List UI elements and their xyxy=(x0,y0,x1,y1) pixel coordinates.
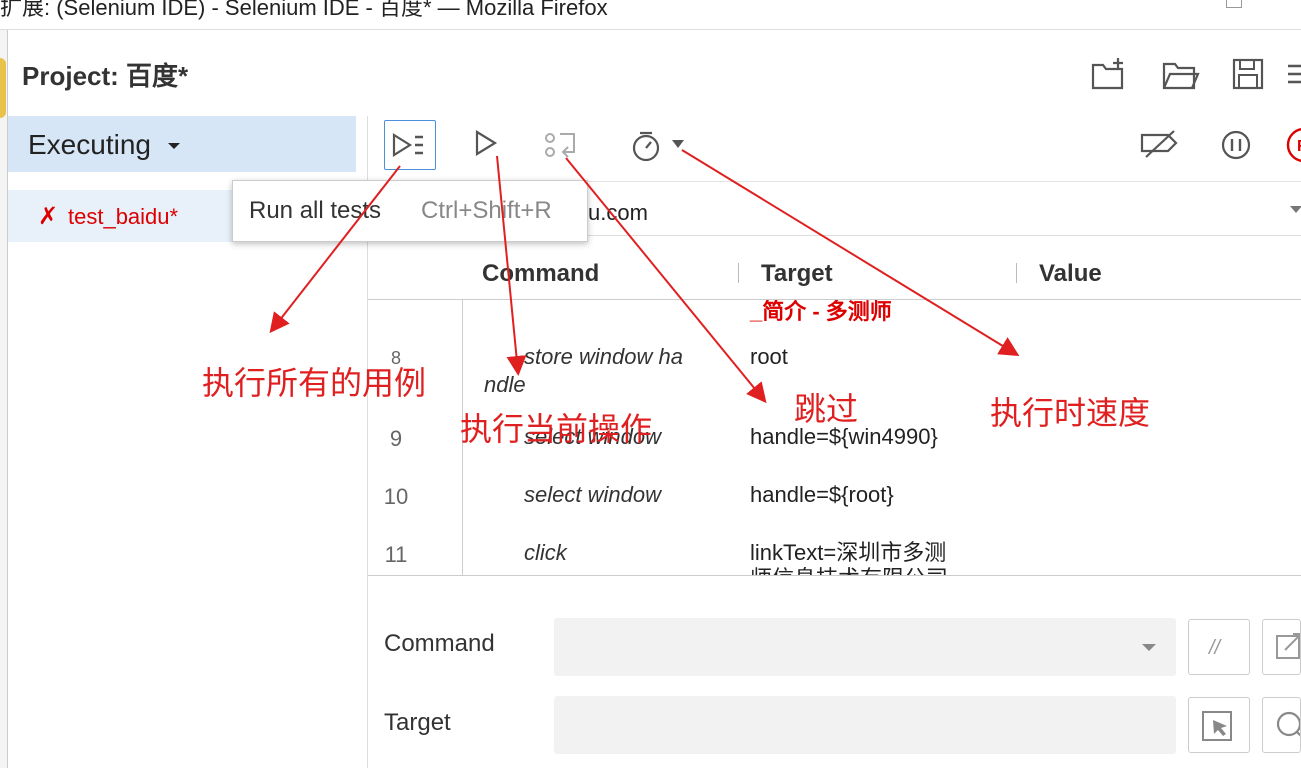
step-over-button[interactable] xyxy=(540,120,586,170)
row-number: 9 xyxy=(389,426,403,451)
row-command: select window xyxy=(524,482,661,507)
row-command: click xyxy=(524,540,567,565)
search-icon xyxy=(1276,711,1300,737)
annotation-label: 执行当前操作 xyxy=(460,411,653,447)
executing-label: Executing xyxy=(28,129,151,160)
annotation-label: 执行时速度 xyxy=(990,395,1151,431)
background-window-edge xyxy=(0,30,8,768)
base-url-value: u.com xyxy=(588,200,648,225)
row-target-wrap: 师信息技术有限公司 xyxy=(750,566,990,575)
row-number: 10 xyxy=(383,484,409,509)
record-button[interactable]: R xyxy=(1284,120,1301,170)
run-all-tests-icon xyxy=(392,133,423,157)
chevron-down-icon xyxy=(168,143,180,149)
column-divider[interactable] xyxy=(1016,263,1017,283)
partial-row-target: _简介 - 多测师 xyxy=(750,300,892,324)
maximize-icon[interactable] xyxy=(1226,0,1242,8)
target-input[interactable] xyxy=(554,696,1176,754)
row-command: store window ha xyxy=(524,344,683,369)
pause-button[interactable] xyxy=(1216,120,1256,170)
execution-toolbar: R xyxy=(368,116,1301,182)
tooltip-label: Run all tests xyxy=(249,197,382,224)
project-header: Project: 百度* xyxy=(8,30,1301,116)
annotation-label: 跳过 xyxy=(794,391,859,427)
command-select[interactable] xyxy=(554,618,1176,676)
new-project-icon[interactable] xyxy=(1088,54,1128,94)
window-titlebar: 扩展: (Selenium IDE) - Selenium IDE - 百度* … xyxy=(0,0,1301,30)
chevron-down-icon[interactable] xyxy=(1290,206,1301,213)
run-current-test-button[interactable] xyxy=(468,120,508,170)
step-over-icon xyxy=(545,133,575,158)
tooltip-shortcut: Ctrl+Shift+R xyxy=(421,197,552,224)
target-field-label: Target xyxy=(384,709,451,736)
header-value: Value xyxy=(1039,260,1102,287)
project-title: Project: 百度* xyxy=(22,56,188,93)
save-project-icon[interactable] xyxy=(1228,54,1268,94)
external-link-icon xyxy=(1276,633,1300,659)
header-command: Command xyxy=(482,260,600,287)
select-target-button[interactable] xyxy=(1188,697,1250,753)
disable-breakpoints-button[interactable] xyxy=(1136,120,1182,170)
pause-icon xyxy=(1221,130,1251,160)
run-all-tooltip: Run all tests Ctrl+Shift+R xyxy=(232,180,588,242)
row-target: handle=${win4990} xyxy=(750,424,938,449)
header-target: Target xyxy=(761,260,833,287)
disable-breakpoints-icon xyxy=(1140,130,1178,158)
row-command-wrap: ndle xyxy=(484,372,526,397)
column-divider[interactable] xyxy=(738,263,739,283)
comment-icon: // xyxy=(1207,637,1223,659)
window-title: 扩展: (Selenium IDE) - Selenium IDE - 百度* … xyxy=(0,0,608,20)
command-field-label: Command xyxy=(384,630,495,657)
run-current-test-icon xyxy=(475,130,498,156)
command-table-header: Command Target Value xyxy=(368,250,1301,300)
test-name: test_baidu* xyxy=(68,204,179,229)
chevron-down-icon xyxy=(1142,644,1156,651)
project-name: 百度* xyxy=(126,61,189,91)
select-target-icon xyxy=(1202,711,1232,741)
svg-text://: // xyxy=(1207,637,1223,659)
test-speed-dropdown[interactable] xyxy=(628,120,690,170)
row-target: linkText=深圳市多测 xyxy=(750,540,947,565)
speed-timer-icon xyxy=(632,131,684,162)
failed-status-icon: ✗ xyxy=(38,203,59,230)
command-editor: Command // Target xyxy=(368,576,1301,768)
row-number: 11 xyxy=(384,542,408,567)
svg-text:R: R xyxy=(1297,138,1301,155)
open-project-icon[interactable] xyxy=(1160,54,1200,94)
open-reference-button[interactable] xyxy=(1262,619,1301,675)
find-target-button[interactable] xyxy=(1262,697,1301,753)
record-icon: R xyxy=(1286,128,1301,162)
annotation-label: 执行所有的用例 xyxy=(202,365,427,401)
project-label: Project: xyxy=(22,61,119,91)
row-target: root xyxy=(750,344,788,369)
run-all-tests-button[interactable] xyxy=(384,120,436,170)
more-icon[interactable] xyxy=(1282,54,1301,94)
row-target: handle=${root} xyxy=(750,482,894,507)
comment-toggle-button[interactable]: // xyxy=(1188,619,1250,675)
executing-dropdown[interactable]: Executing xyxy=(8,116,356,172)
background-app-icon xyxy=(0,58,6,118)
